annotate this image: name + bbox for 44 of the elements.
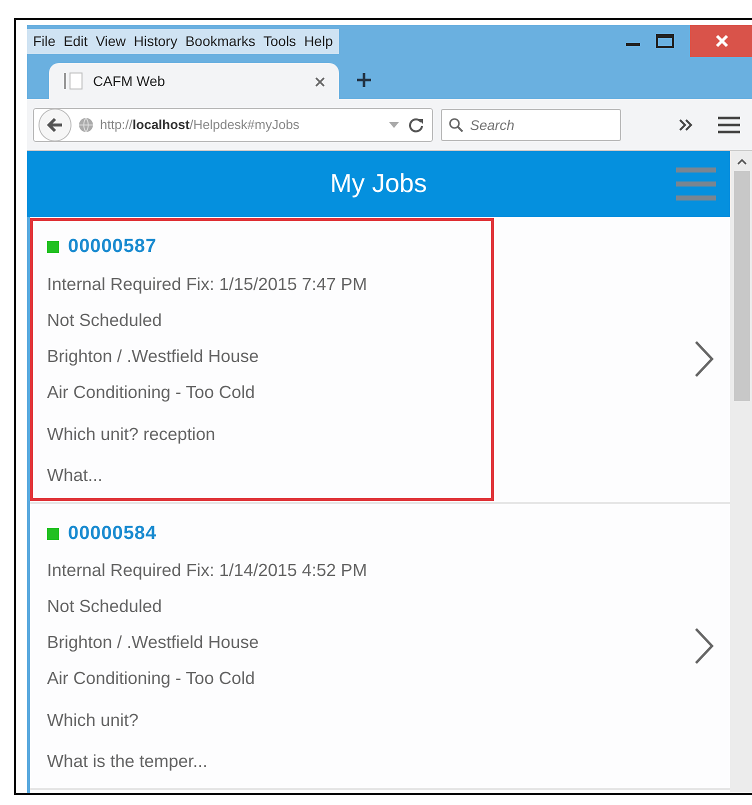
job-note: What... [47, 464, 104, 486]
job-detail: Not Scheduled [47, 595, 163, 618]
job-detail: Not Scheduled [47, 308, 163, 332]
job-number[interactable]: 00000584 [68, 520, 157, 548]
reload-icon[interactable] [408, 116, 424, 132]
scrollbar-thumb[interactable] [734, 171, 750, 401]
job-detail: Brighton / .Westfield House [47, 344, 260, 368]
job-note: Which unit? reception [47, 422, 216, 446]
job-number[interactable]: 00000587 [68, 233, 157, 262]
tab-title: CAFM Web [93, 72, 166, 90]
job-list-item[interactable]: 00000587 Internal Required Fix: 1/15/2015 7:47 PM Not Scheduled Brighton / .Westfield House Air Conditioning - Too Cold Which unit? reception What... [30, 217, 730, 504]
menu-item[interactable]: Tools [263, 30, 296, 52]
menu-item[interactable]: Edit [64, 30, 88, 52]
close-icon[interactable] [690, 25, 752, 57]
browser-tab[interactable]: CAFM Web [49, 63, 339, 99]
job-note: What is the temper... [47, 750, 208, 773]
maximize-icon[interactable] [656, 34, 674, 48]
job-detail: Internal Required Fix: 1/14/2015 4:52 PM [47, 559, 368, 582]
page-title: My Jobs [330, 168, 427, 200]
menu-icon[interactable] [718, 116, 740, 134]
menu-item[interactable]: History [134, 30, 178, 52]
job-detail: Brighton / .Westfield House [47, 631, 260, 654]
scrollbar[interactable] [730, 151, 752, 793]
chevron-right-icon[interactable] [694, 626, 714, 665]
url-text[interactable]: http://localhost/Helpdesk#myJobs [100, 114, 300, 134]
job-list-item[interactable]: 00000584 Internal Required Fix: 1/14/2015 4:52 PM Not Scheduled Brighton / .Westfield House Air Conditioning - Too Cold Which unit? What is the temper... [30, 504, 730, 790]
menu-item[interactable]: View [96, 30, 126, 52]
menu-item[interactable]: File [33, 30, 56, 52]
chevron-right-icon[interactable] [694, 340, 714, 378]
overflow-chevrons-icon[interactable] [678, 118, 694, 130]
job-note: Which unit? [47, 709, 140, 732]
page-icon [63, 72, 83, 90]
globe-icon [78, 116, 94, 132]
menu-item[interactable]: Help [304, 30, 333, 52]
address-bar[interactable]: http://localhost/Helpdesk#myJobs [33, 108, 433, 142]
scroll-up-icon[interactable] [736, 157, 748, 167]
search-field[interactable]: Search [441, 108, 621, 140]
job-detail: Internal Required Fix: 1/15/2015 7:47 PM [47, 272, 368, 296]
close-icon[interactable] [315, 76, 325, 87]
back-icon[interactable] [38, 108, 72, 142]
job-detail: Air Conditioning - Too Cold [47, 667, 256, 690]
menu-item[interactable]: Bookmarks [185, 30, 256, 52]
job-detail: Air Conditioning - Too Cold [47, 380, 256, 404]
new-tab-icon[interactable] [357, 73, 371, 87]
